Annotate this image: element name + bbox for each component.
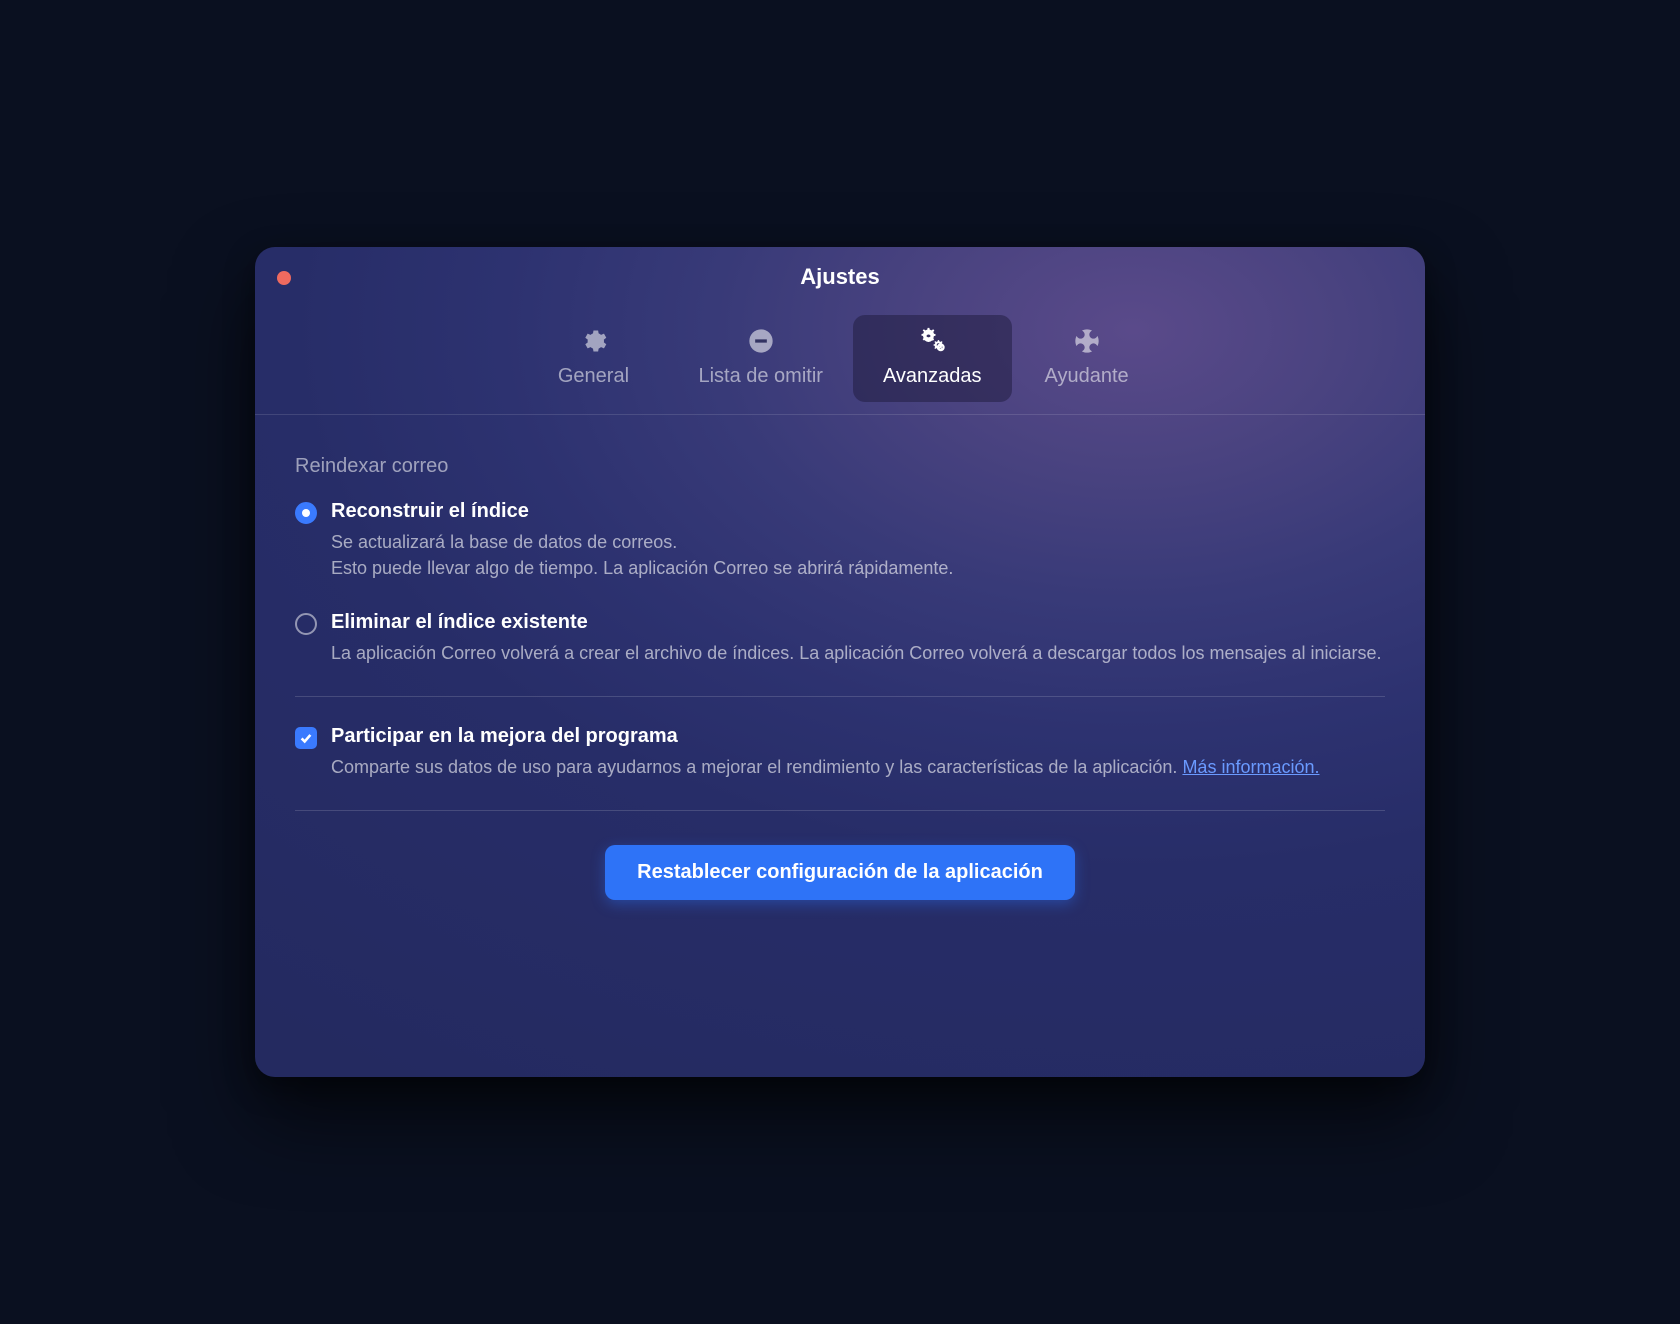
radio-rebuild-index[interactable] (295, 502, 317, 524)
desc-line: Esto puede llevar algo de tiempo. La apl… (331, 558, 953, 578)
tab-general[interactable]: General (518, 315, 668, 402)
divider (295, 696, 1385, 697)
option-improvement-program: Participar en la mejora del programa Com… (295, 725, 1385, 780)
minus-circle-icon (747, 327, 775, 355)
option-description: Se actualizará la base de datos de corre… (331, 529, 1385, 581)
option-delete-index: Eliminar el índice existente La aplicaci… (295, 611, 1385, 666)
titlebar: Ajustes (255, 247, 1425, 307)
tab-advanced[interactable]: Avanzadas (853, 315, 1012, 402)
option-title: Participar en la mejora del programa (331, 725, 1385, 748)
option-title: Reconstruir el índice (331, 500, 1385, 523)
tab-label: General (558, 365, 629, 388)
desc-line: Se actualizará la base de datos de corre… (331, 532, 677, 552)
section-heading: Reindexar correo (295, 455, 1385, 478)
tab-label: Lista de omitir (698, 365, 823, 388)
divider (295, 810, 1385, 811)
option-title: Eliminar el índice existente (331, 611, 1385, 634)
reset-settings-button[interactable]: Restablecer configuración de la aplicaci… (605, 845, 1075, 900)
tab-label: Avanzadas (883, 365, 982, 388)
option-body: Reconstruir el índice Se actualizará la … (331, 500, 1385, 581)
settings-window: Ajustes General Lista de omitir Avanzada… (255, 247, 1425, 1077)
window-title: Ajustes (800, 264, 879, 290)
gears-icon (918, 327, 946, 355)
tab-bar: General Lista de omitir Avanzadas Ayudan… (255, 307, 1425, 415)
option-description: La aplicación Correo volverá a crear el … (331, 640, 1385, 666)
content-area: Reindexar correo Reconstruir el índice S… (255, 415, 1425, 1077)
option-description: Comparte sus datos de uso para ayudarnos… (331, 754, 1385, 780)
option-body: Eliminar el índice existente La aplicaci… (331, 611, 1385, 666)
desc-text: Comparte sus datos de uso para ayudarnos… (331, 757, 1182, 777)
tab-skip-list[interactable]: Lista de omitir (668, 315, 853, 402)
button-row: Restablecer configuración de la aplicaci… (295, 839, 1385, 900)
tab-label: Ayudante (1044, 365, 1128, 388)
checkbox-improvement[interactable] (295, 727, 317, 749)
option-body: Participar en la mejora del programa Com… (331, 725, 1385, 780)
assistant-icon (1073, 327, 1101, 355)
radio-delete-index[interactable] (295, 613, 317, 635)
option-rebuild-index: Reconstruir el índice Se actualizará la … (295, 500, 1385, 581)
more-info-link[interactable]: Más información. (1182, 757, 1319, 777)
gear-icon (579, 327, 607, 355)
close-button[interactable] (277, 271, 291, 285)
tab-assistant[interactable]: Ayudante (1012, 315, 1162, 402)
